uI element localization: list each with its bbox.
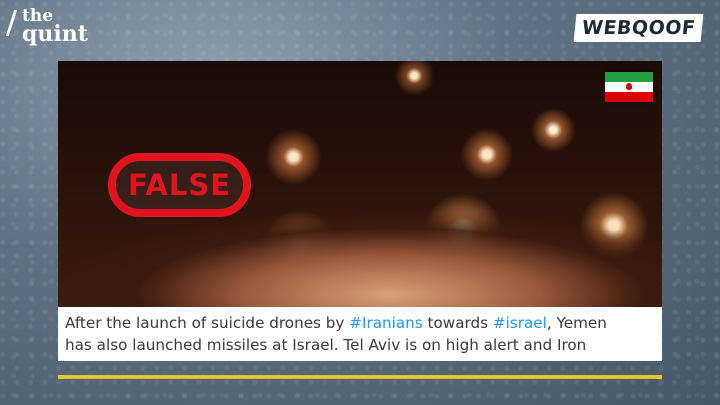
iran-flag-icon xyxy=(605,72,653,102)
flag-red-band xyxy=(605,92,653,102)
hashtag-link-israel[interactable]: #israel xyxy=(493,314,547,332)
tweet-screenshot-card: FALSE After the launch of suicide drones… xyxy=(58,61,662,361)
caption-text: After the launch of suicide drones by xyxy=(65,314,350,332)
caption-text: , Yemen xyxy=(546,314,607,332)
the-quint-logo: the quint xyxy=(5,7,88,48)
logo-text-quint: quint xyxy=(22,21,88,48)
flag-emblem-icon xyxy=(626,83,632,90)
flag-white-band xyxy=(605,82,653,92)
tweet-caption: After the launch of suicide drones by #I… xyxy=(58,307,662,361)
caption-text: towards xyxy=(422,314,493,332)
flag-green-band xyxy=(605,72,653,82)
false-verdict-stamp: FALSE xyxy=(108,153,251,217)
caption-line-2: has also launched missiles at Israel. Te… xyxy=(65,336,587,354)
webqoof-badge: WEBQOOF xyxy=(573,14,704,42)
caption-line-1: After the launch of suicide drones by #I… xyxy=(65,312,662,334)
accent-underline xyxy=(58,375,662,379)
missile-launch-video-still: FALSE xyxy=(58,61,662,307)
hashtag-link-iranians[interactable]: #Iranians xyxy=(349,314,422,332)
